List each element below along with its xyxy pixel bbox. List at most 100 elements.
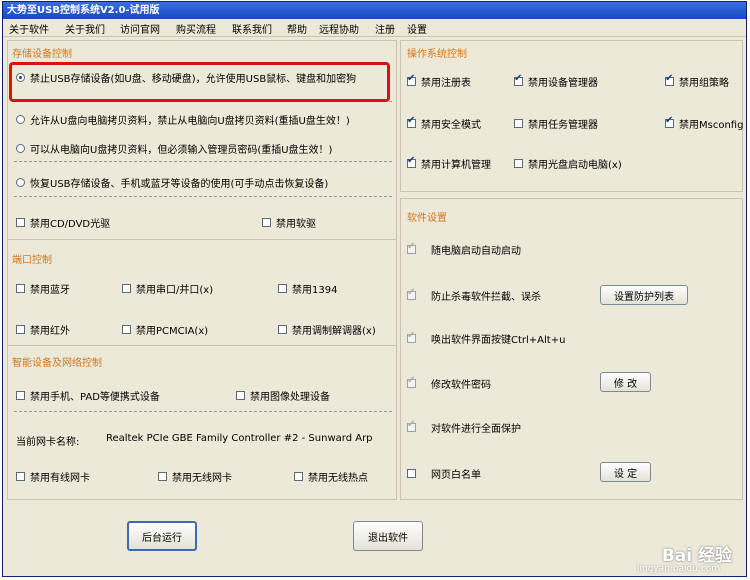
checkbox-icon [278, 284, 287, 293]
storage-option-read-only[interactable]: 允许从U盘向电脑拷贝资料，禁止从电脑向U盘拷贝资料(重插U盘生效！) [16, 112, 350, 127]
checkbox-icon [665, 115, 674, 128]
menu-help[interactable]: 帮助 [287, 21, 307, 36]
window-title: 大势至USB控制系统V2.0-试用版 [7, 5, 160, 16]
exit-button[interactable]: 退出软件 [353, 521, 423, 551]
nic-label: 当前网卡名称: [16, 437, 80, 448]
disable-bluetooth-checkbox[interactable]: 禁用蓝牙 [16, 281, 70, 296]
checkbox-icon [407, 330, 416, 343]
full-protection-checkbox[interactable]: 对软件进行全面保护 [407, 419, 521, 435]
os-section-title: 操作系统控制 [407, 49, 467, 60]
web-whitelist-checkbox[interactable]: 网页白名单 [407, 466, 481, 481]
checkbox-label: 禁用调制解调器(x) [292, 326, 376, 337]
nic-name: Realtek PCIe GBE Family Controller #2 - … [106, 433, 373, 444]
divider [14, 196, 392, 197]
disable-device-manager-checkbox[interactable]: 禁用设备管理器 [514, 73, 598, 89]
disable-pcmcia-checkbox[interactable]: 禁用PCMCIA(x) [122, 322, 208, 337]
watermark-url: jingyan.baidu.com [636, 564, 720, 574]
section-separator [8, 345, 396, 346]
checkbox-label: 防止杀毒软件拦截、误杀 [431, 292, 541, 303]
disable-1394-checkbox[interactable]: 禁用1394 [278, 281, 337, 296]
disable-cd-boot-checkbox[interactable]: 禁用光盘启动电脑(x) [514, 156, 622, 171]
disable-msconfig-checkbox[interactable]: 禁用Msconfig [665, 115, 743, 131]
change-password-checkbox[interactable]: 修改软件密码 [407, 375, 491, 391]
disable-imaging-checkbox[interactable]: 禁用图像处理设备 [236, 388, 330, 403]
menu-about-us[interactable]: 关于我们 [65, 21, 105, 36]
checkbox-label: 禁用安全模式 [421, 120, 481, 131]
disable-serial-checkbox[interactable]: 禁用串口/并口(x) [122, 281, 213, 296]
checkbox-icon [514, 119, 523, 128]
disable-hotspot-checkbox[interactable]: 禁用无线热点 [294, 469, 368, 484]
checkbox-label: 禁用蓝牙 [30, 285, 70, 296]
watermark-logo: Bai 经验 [661, 546, 732, 566]
checkbox-label: 修改软件密码 [431, 380, 491, 391]
disable-modem-checkbox[interactable]: 禁用调制解调器(x) [278, 322, 376, 337]
disable-wired-nic-checkbox[interactable]: 禁用有线网卡 [16, 469, 90, 484]
autostart-checkbox[interactable]: 随电脑启动自动启动 [407, 241, 521, 257]
disable-wireless-nic-checkbox[interactable]: 禁用无线网卡 [158, 469, 232, 484]
checkbox-icon [407, 469, 416, 478]
checkbox-label: 禁用任务管理器 [528, 120, 598, 131]
checkbox-label: 禁用CD/DVD光驱 [30, 219, 111, 230]
run-background-button[interactable]: 后台运行 [127, 521, 197, 551]
storage-option-password[interactable]: 可以从电脑向U盘拷贝资料，但必须输入管理员密码(重插U盘生效！) [16, 141, 332, 156]
menu-about-software[interactable]: 关于软件 [9, 21, 49, 36]
storage-option-restore[interactable]: 恢复USB存储设备、手机或蓝牙等设备的使用(可手动点击恢复设备) [16, 175, 328, 190]
checkbox-icon [514, 159, 523, 168]
checkbox-label: 禁用1394 [292, 285, 338, 296]
checkbox-icon [236, 391, 245, 400]
checkbox-icon [158, 472, 167, 481]
disable-task-manager-checkbox[interactable]: 禁用任务管理器 [514, 116, 598, 131]
menu-contact[interactable]: 联系我们 [232, 21, 272, 36]
checkbox-label: 禁用光盘启动电脑(x) [528, 160, 622, 171]
checkbox-label: 对软件进行全面保护 [431, 424, 521, 435]
checkbox-icon [294, 472, 303, 481]
radio-icon [16, 115, 25, 124]
checkbox-icon [122, 284, 131, 293]
anti-antivirus-checkbox[interactable]: 防止杀毒软件拦截、误杀 [407, 287, 541, 303]
menu-website[interactable]: 访问官网 [120, 21, 160, 36]
option-label: 恢复USB存储设备、手机或蓝牙等设备的使用(可手动点击恢复设备) [30, 179, 329, 190]
title-bar: 大势至USB控制系统V2.0-试用版 [3, 2, 746, 19]
checkbox-icon [16, 391, 25, 400]
checkbox-icon [262, 218, 271, 227]
checkbox-label: 禁用有线网卡 [30, 473, 90, 484]
disable-safe-mode-checkbox[interactable]: 禁用安全模式 [407, 115, 481, 131]
os-panel: 操作系统控制 禁用注册表 禁用设备管理器 禁用组策略 禁用安全模式 禁用任务管理… [400, 40, 743, 192]
storage-section-title: 存储设备控制 [12, 49, 72, 60]
checkbox-icon [407, 287, 416, 300]
port-section-title: 端口控制 [12, 255, 52, 266]
checkbox-label: 禁用注册表 [421, 78, 471, 89]
disable-floppy-checkbox[interactable]: 禁用软驱 [262, 215, 316, 230]
checkbox-icon [16, 284, 25, 293]
hotkey-checkbox[interactable]: 唤出软件界面按键Ctrl+Alt+u [407, 330, 565, 346]
checkbox-icon [407, 115, 416, 128]
checkbox-icon [16, 325, 25, 334]
checkbox-label: 随电脑启动自动启动 [431, 246, 521, 257]
left-panel: 存储设备控制 禁止USB存储设备(如U盘、移动硬盘)，允许使用USB鼠标、键盘和… [7, 40, 397, 500]
software-section-title: 软件设置 [407, 213, 447, 224]
modify-password-button[interactable]: 修 改 [600, 372, 651, 392]
divider [14, 161, 392, 162]
checkbox-label: 禁用无线网卡 [172, 473, 232, 484]
menu-settings[interactable]: 设置 [407, 21, 427, 36]
whitelist-set-button[interactable]: 设 定 [600, 462, 651, 482]
disable-registry-checkbox[interactable]: 禁用注册表 [407, 73, 471, 89]
disable-cd-checkbox[interactable]: 禁用CD/DVD光驱 [16, 215, 110, 230]
disable-infrared-checkbox[interactable]: 禁用红外 [16, 322, 70, 337]
checkbox-icon [16, 218, 25, 227]
disable-computer-management-checkbox[interactable]: 禁用计算机管理 [407, 155, 491, 171]
checkbox-label: 禁用设备管理器 [528, 78, 598, 89]
checkbox-icon [16, 472, 25, 481]
set-protect-list-button[interactable]: 设置防护列表 [600, 285, 688, 305]
smart-section-title: 智能设备及网络控制 [12, 358, 102, 369]
checkbox-label: 禁用组策略 [679, 78, 729, 89]
menu-register[interactable]: 注册 [375, 21, 395, 36]
menu-remote[interactable]: 远程协助 [319, 21, 359, 36]
radio-icon [16, 144, 25, 153]
checkbox-icon [514, 73, 523, 86]
disable-phone-checkbox[interactable]: 禁用手机、PAD等便携式设备 [16, 388, 160, 403]
disable-group-policy-checkbox[interactable]: 禁用组策略 [665, 73, 729, 89]
menu-purchase[interactable]: 购买流程 [176, 21, 216, 36]
app-window: 大势至USB控制系统V2.0-试用版 关于软件 关于我们 访问官网 购买流程 联… [2, 1, 747, 577]
checkbox-label: 禁用无线热点 [308, 473, 368, 484]
